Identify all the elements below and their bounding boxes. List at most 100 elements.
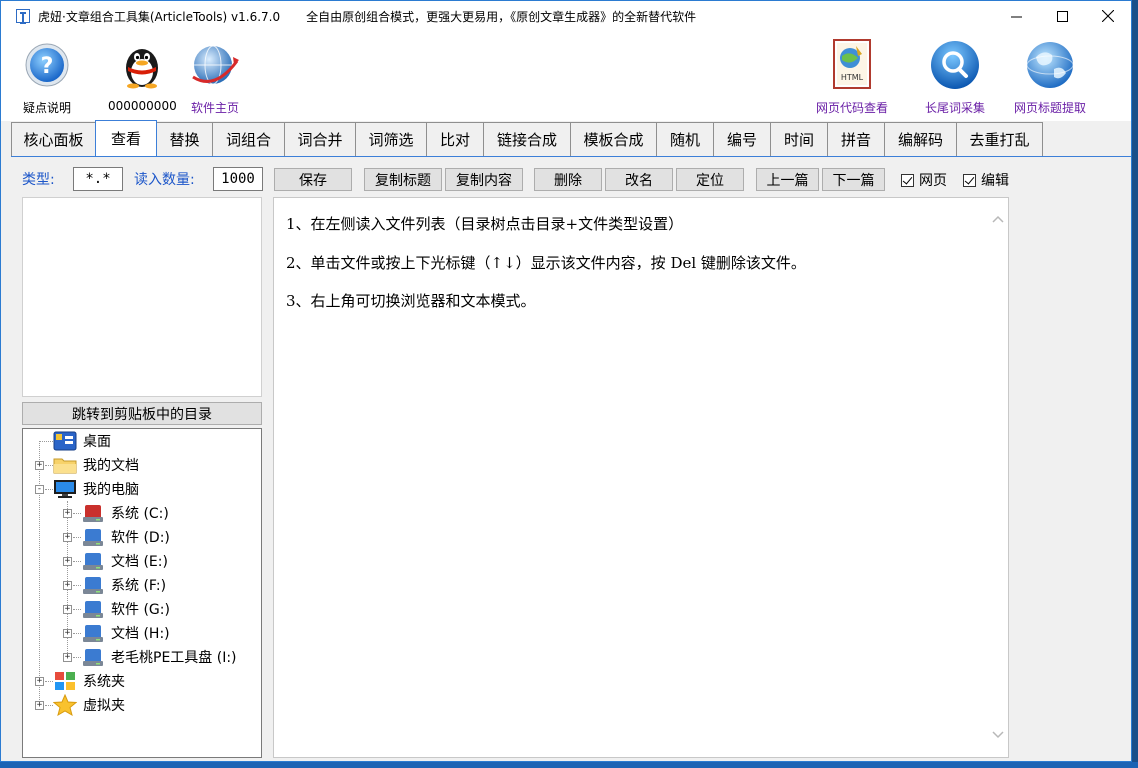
scroll-up-arrow-icon[interactable] bbox=[991, 212, 1005, 226]
locate-button[interactable]: 定位 bbox=[676, 168, 744, 191]
tree-guide bbox=[45, 705, 53, 706]
tab-word-filter[interactable]: 词筛选 bbox=[355, 122, 427, 156]
tree-item-drive-f[interactable]: 系统 (F:) bbox=[81, 573, 166, 597]
tree-item-drive-g[interactable]: 软件 (G:) bbox=[81, 597, 170, 621]
help-icon: ? bbox=[19, 37, 75, 93]
tree-expand-toggle[interactable]: + bbox=[63, 533, 72, 542]
longtail-label: 长尾词采集 bbox=[925, 101, 986, 115]
tree-item-drive-e[interactable]: 文档 (E:) bbox=[81, 549, 168, 573]
tree-collapse-toggle[interactable]: - bbox=[35, 485, 44, 494]
title-extract-label: 网页标题提取 bbox=[1014, 101, 1087, 115]
tab-replace[interactable]: 替换 bbox=[156, 122, 213, 156]
tree-guide bbox=[73, 513, 81, 514]
help-button[interactable]: ? 疑点说明 bbox=[19, 37, 75, 116]
tab-random[interactable]: 随机 bbox=[656, 122, 714, 156]
tree-guide bbox=[39, 441, 53, 442]
tab-template-compose[interactable]: 模板合成 bbox=[570, 122, 657, 156]
maximize-icon bbox=[1056, 10, 1068, 22]
tab-codec[interactable]: 编解码 bbox=[884, 122, 957, 156]
tree-expand-toggle[interactable]: + bbox=[63, 605, 72, 614]
tree-item-my-computer[interactable]: 我的电脑 bbox=[53, 477, 139, 501]
tree-item-label: 软件 (D:) bbox=[111, 530, 170, 546]
edit-checkbox[interactable]: 编辑 bbox=[963, 170, 1009, 190]
tab-label: 随机 bbox=[669, 131, 700, 149]
tree-item-drive-h[interactable]: 文档 (H:) bbox=[81, 621, 170, 645]
tab-label: 词合并 bbox=[297, 131, 343, 149]
next-article-button[interactable]: 下一篇 bbox=[822, 168, 885, 191]
tree-item-label: 文档 (H:) bbox=[111, 626, 170, 642]
scroll-down-arrow-icon[interactable] bbox=[991, 728, 1005, 742]
tree-item-system-folders[interactable]: 系统夹 bbox=[53, 669, 125, 693]
tab-bar: 核心面板 查看 替换 词组合 词合并 词筛选 比对 链接合成 模板合成 随机 编… bbox=[11, 120, 1043, 156]
computer-icon bbox=[53, 478, 77, 500]
tree-guide bbox=[73, 657, 81, 658]
tab-time[interactable]: 时间 bbox=[770, 122, 828, 156]
web-checkbox-label: 网页 bbox=[919, 173, 947, 189]
directory-tree[interactable]: 桌面 + 我的文档 - 我的电脑 + 系统 (C:) + 软件 (D:) + 文… bbox=[22, 428, 262, 758]
tree-guide bbox=[73, 633, 81, 634]
tree-guide bbox=[73, 609, 81, 610]
homepage-button[interactable]: 软件主页 bbox=[187, 37, 243, 116]
minimize-button[interactable] bbox=[993, 1, 1039, 31]
checkbox-checked-icon bbox=[901, 173, 914, 187]
tab-label: 拼音 bbox=[840, 131, 871, 149]
tree-expand-toggle[interactable]: + bbox=[63, 629, 72, 638]
tree-guide bbox=[73, 561, 81, 562]
tree-expand-toggle[interactable]: + bbox=[63, 653, 72, 662]
window-controls bbox=[993, 1, 1131, 31]
tab-dedupe-shuffle[interactable]: 去重打乱 bbox=[956, 122, 1043, 156]
folder-icon bbox=[53, 454, 77, 476]
tree-item-my-documents[interactable]: 我的文档 bbox=[53, 453, 139, 477]
tab-word-combine[interactable]: 词组合 bbox=[212, 122, 285, 156]
tree-expand-toggle[interactable]: + bbox=[63, 581, 72, 590]
copy-title-button[interactable]: 复制标题 bbox=[364, 168, 442, 191]
tree-item-label: 我的文档 bbox=[83, 458, 139, 474]
qq-button[interactable]: 000000000 bbox=[108, 37, 177, 113]
tree-item-label: 系统 (F:) bbox=[111, 578, 167, 594]
tree-expand-toggle[interactable]: + bbox=[63, 557, 72, 566]
title-extract-button[interactable]: 网页标题提取 bbox=[1014, 37, 1086, 116]
prev-article-button[interactable]: 上一篇 bbox=[756, 168, 819, 191]
web-checkbox[interactable]: 网页 bbox=[901, 170, 947, 190]
tree-item-drive-c[interactable]: 系统 (C:) bbox=[81, 501, 169, 525]
tab-link-compose[interactable]: 链接合成 bbox=[483, 122, 571, 156]
tree-expand-toggle[interactable]: + bbox=[35, 461, 44, 470]
close-button[interactable] bbox=[1085, 1, 1131, 31]
count-input[interactable]: 1000 bbox=[213, 167, 263, 191]
tree-item-label: 虚拟夹 bbox=[83, 698, 125, 714]
tab-compare[interactable]: 比对 bbox=[426, 122, 484, 156]
tree-guide bbox=[73, 585, 81, 586]
longtail-button[interactable]: 长尾词采集 bbox=[925, 37, 985, 116]
tab-pinyin[interactable]: 拼音 bbox=[827, 122, 885, 156]
content-view[interactable]: 1、在左侧读入文件列表（目录树点击目录+文件类型设置） 2、单击文件或按上下光标… bbox=[273, 197, 1009, 758]
html-view-button[interactable]: HTML 网页代码查看 bbox=[816, 37, 888, 116]
minimize-icon bbox=[1010, 16, 1022, 17]
tab-core-panel[interactable]: 核心面板 bbox=[11, 122, 96, 156]
tree-item-label: 文档 (E:) bbox=[111, 554, 168, 570]
tree-expand-toggle[interactable]: + bbox=[35, 677, 44, 686]
tab-view[interactable]: 查看 bbox=[95, 120, 157, 156]
tree-item-drive-d[interactable]: 软件 (D:) bbox=[81, 525, 170, 549]
tree-item-desktop[interactable]: 桌面 bbox=[53, 429, 111, 453]
delete-button[interactable]: 删除 bbox=[534, 168, 602, 191]
save-button[interactable]: 保存 bbox=[274, 168, 352, 191]
tree-item-label: 系统 (C:) bbox=[111, 506, 169, 522]
jump-to-clipboard-dir-button[interactable]: 跳转到剪贴板中的目录 bbox=[22, 402, 262, 425]
tree-item-virtual-folders[interactable]: 虚拟夹 bbox=[53, 693, 125, 717]
window-slogan: 全自由原创组合模式，更强大更易用，《原创文章生成器》的全新替代软件 bbox=[306, 9, 697, 24]
file-list[interactable] bbox=[22, 197, 262, 397]
rename-button[interactable]: 改名 bbox=[605, 168, 673, 191]
maximize-button[interactable] bbox=[1039, 1, 1085, 31]
tab-label: 替换 bbox=[169, 131, 200, 149]
main-window: 虎妞·文章组合工具集(ArticleTools) v1.6.7.0 全自由原创组… bbox=[0, 0, 1132, 762]
copy-content-button[interactable]: 复制内容 bbox=[445, 168, 523, 191]
tree-expand-toggle[interactable]: + bbox=[63, 509, 72, 518]
tab-word-merge[interactable]: 词合并 bbox=[284, 122, 356, 156]
drive-icon bbox=[81, 598, 105, 620]
tree-item-drive-i[interactable]: 老毛桃PE工具盘 (I:) bbox=[81, 645, 237, 669]
type-input[interactable]: *.* bbox=[73, 167, 123, 191]
content-line: 3、右上角可切换浏览器和文本模式。 bbox=[286, 292, 536, 310]
tree-expand-toggle[interactable]: + bbox=[35, 701, 44, 710]
tab-numbering[interactable]: 编号 bbox=[713, 122, 771, 156]
tab-label: 时间 bbox=[783, 131, 814, 149]
